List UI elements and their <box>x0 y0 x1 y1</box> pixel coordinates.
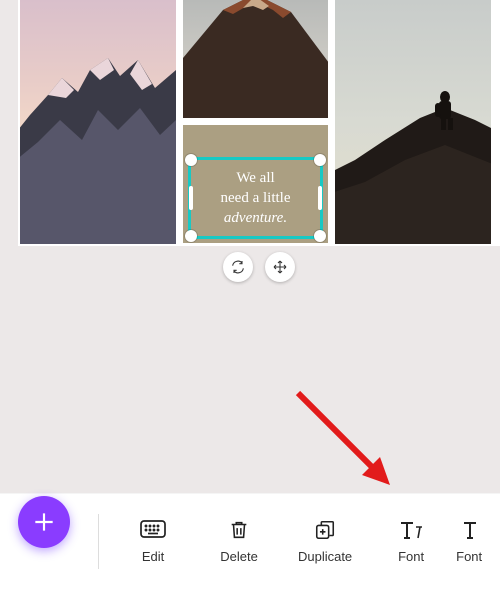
resize-handle-right[interactable] <box>318 186 322 210</box>
fontsize-label: Font <box>456 549 482 564</box>
font-action[interactable]: Font <box>368 519 454 564</box>
volcano-image <box>183 0 328 118</box>
delete-action[interactable]: Delete <box>196 519 282 564</box>
resize-handle-bl[interactable] <box>185 230 197 242</box>
collage-cell-right[interactable] <box>335 0 491 244</box>
collage-cell-text[interactable]: We all need a little adventure. <box>183 125 328 243</box>
annotation-arrow <box>290 385 410 505</box>
font-icon <box>398 520 424 540</box>
resize-handle-tl[interactable] <box>185 154 197 166</box>
move-button[interactable] <box>265 252 295 282</box>
toolbar-divider <box>98 514 99 569</box>
fontsize-action[interactable]: Font <box>454 519 500 564</box>
resize-handle-left[interactable] <box>189 186 193 210</box>
resize-handle-br[interactable] <box>314 230 326 242</box>
edit-label: Edit <box>142 549 164 564</box>
collage-frame: We all need a little adventure. <box>18 0 500 246</box>
rotate-button[interactable] <box>223 252 253 282</box>
collage-cell-volcano[interactable] <box>183 0 328 118</box>
bottom-toolbar: Edit Delete Duplicate Font <box>0 493 500 589</box>
resize-handle-tr[interactable] <box>314 154 326 166</box>
delete-label: Delete <box>220 549 258 564</box>
design-canvas[interactable]: We all need a little adventure. <box>18 0 500 246</box>
collage-cell-left[interactable] <box>20 0 176 244</box>
rotate-icon <box>230 259 246 275</box>
edit-action[interactable]: Edit <box>110 519 196 564</box>
trash-icon <box>228 519 250 541</box>
font-label: Font <box>398 549 424 564</box>
keyboard-icon <box>140 520 166 540</box>
plus-icon <box>31 509 57 535</box>
move-icon <box>272 259 288 275</box>
hiker-silhouette-image <box>335 0 491 244</box>
add-button[interactable] <box>18 496 70 548</box>
selection-outline[interactable] <box>188 157 323 239</box>
duplicate-icon <box>314 519 336 541</box>
duplicate-action[interactable]: Duplicate <box>282 519 368 564</box>
duplicate-label: Duplicate <box>298 549 352 564</box>
mountain-peaks-image <box>20 0 176 244</box>
fontsize-icon <box>462 520 484 540</box>
